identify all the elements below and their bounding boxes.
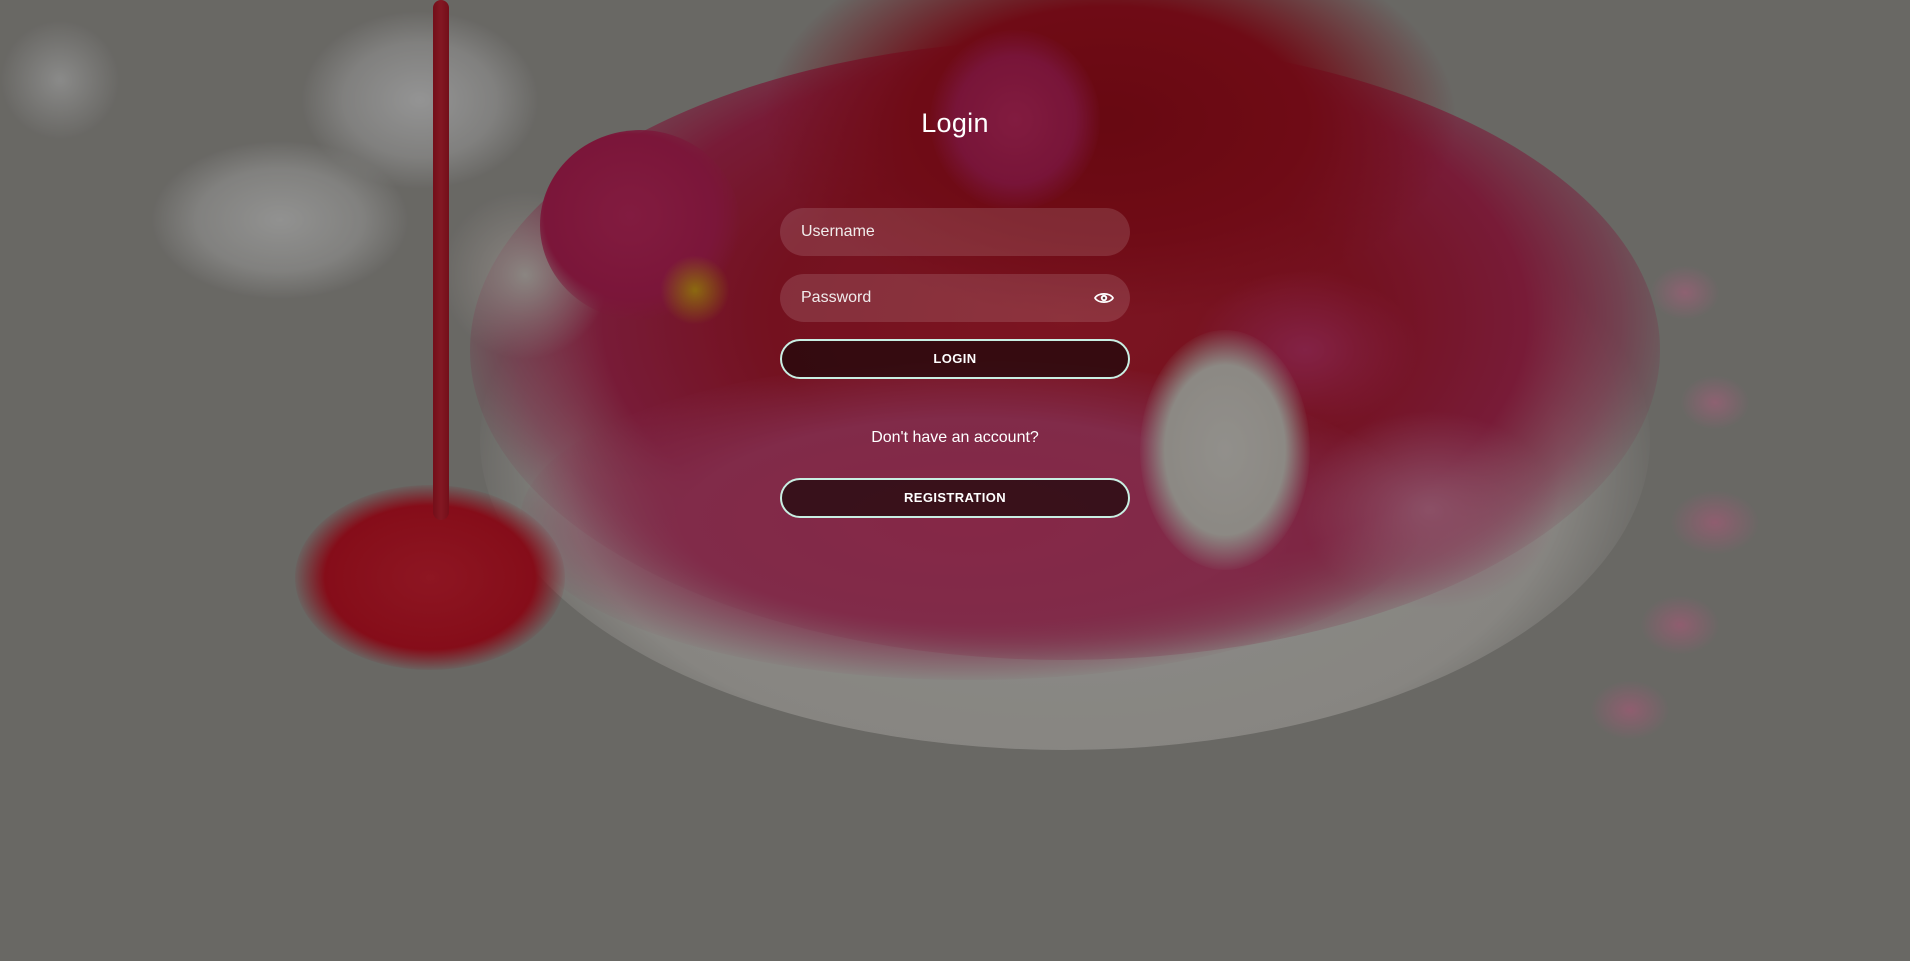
username-field[interactable]	[780, 208, 1130, 256]
registration-button[interactable]: REGISTRATION	[780, 478, 1130, 518]
page-title: Login	[921, 108, 989, 138]
eye-icon[interactable]	[1093, 289, 1115, 307]
username-input[interactable]	[780, 208, 1130, 256]
login-button[interactable]: LOGIN	[780, 339, 1130, 379]
no-account-text: Don't have an account?	[871, 429, 1039, 446]
password-field[interactable]	[780, 274, 1130, 322]
password-input[interactable]	[780, 274, 1130, 322]
login-form: Login LOGIN Don't have an account? REGIS…	[0, 0, 1910, 961]
